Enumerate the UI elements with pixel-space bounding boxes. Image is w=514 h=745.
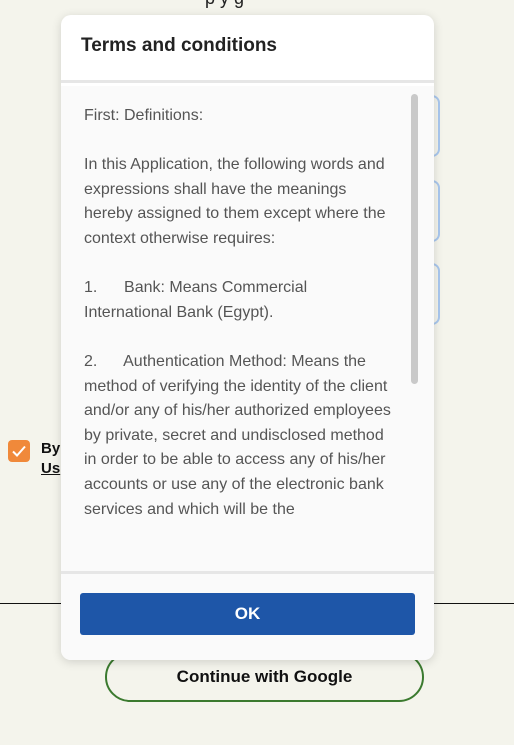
consent-text: By xyxy=(41,440,61,457)
divider-left xyxy=(0,603,61,604)
terms-paragraph: 1. Bank: Means Commercial International … xyxy=(84,279,312,321)
scrollbar[interactable] xyxy=(411,94,418,564)
dialog-footer: OK xyxy=(61,571,434,660)
consent-link[interactable]: Us xyxy=(41,460,60,477)
terms-text: First: Definitions: In this Application,… xyxy=(61,86,434,522)
terms-scroll-area[interactable]: First: Definitions: In this Application,… xyxy=(61,86,434,571)
checkmark-icon xyxy=(12,445,26,457)
scrollbar-thumb[interactable] xyxy=(411,94,418,384)
consent-checkbox[interactable] xyxy=(8,440,30,462)
terms-paragraph: 2. Authentication Method: Means the meth… xyxy=(84,352,396,518)
terms-dialog: Terms and conditions First: Definitions:… xyxy=(61,15,434,660)
terms-paragraph: First: Definitions: xyxy=(84,107,204,124)
dialog-header: Terms and conditions xyxy=(61,15,434,83)
dialog-title: Terms and conditions xyxy=(81,35,278,56)
background-heading-fragment: p y g xyxy=(205,0,244,9)
divider-right xyxy=(434,603,514,604)
ok-button[interactable]: OK xyxy=(80,593,415,635)
terms-paragraph: In this Application, the following words… xyxy=(84,156,386,247)
